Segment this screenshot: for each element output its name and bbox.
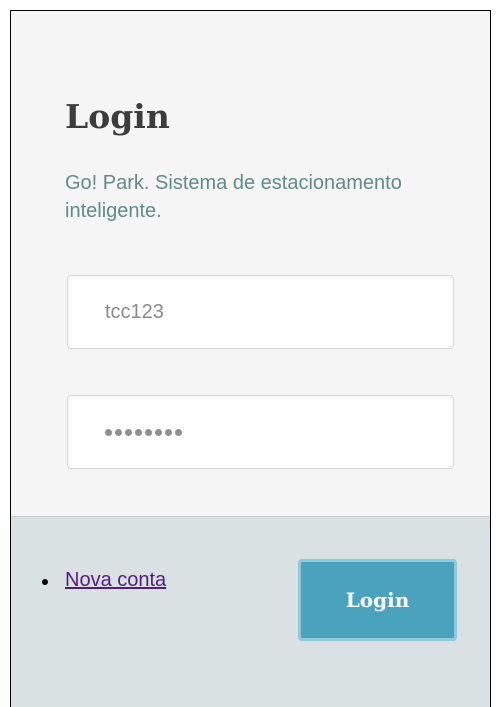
login-panel: Login Go! Park. Sistema de estacionament… [10, 10, 491, 707]
password-dot [115, 428, 122, 436]
password-dot [165, 428, 172, 436]
username-value: tcc123 [105, 300, 164, 323]
username-input[interactable]: tcc123 [67, 275, 454, 349]
password-dot [125, 428, 132, 436]
password-dot [145, 428, 152, 436]
password-input[interactable] [67, 395, 454, 469]
app-description: Go! Park. Sistema de estacionamento inte… [65, 172, 402, 222]
password-dot [105, 428, 112, 436]
password-dot [155, 428, 162, 436]
login-button[interactable]: Login [298, 559, 457, 641]
list-bullet [42, 579, 48, 585]
password-dot [175, 428, 182, 436]
page-title: Login [65, 97, 170, 136]
password-dot [135, 428, 142, 436]
form-footer: Nova conta Login [11, 516, 490, 707]
new-account-link[interactable]: Nova conta [65, 567, 166, 593]
password-mask [105, 428, 182, 436]
